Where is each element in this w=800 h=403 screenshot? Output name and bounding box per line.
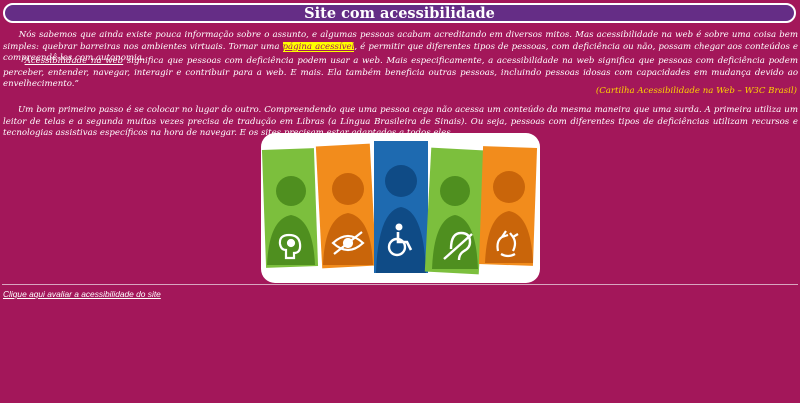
- web-accessibility-term-link[interactable]: Acessibilidade na web: [25, 56, 124, 66]
- panel-orange-right: [478, 146, 538, 266]
- accessibility-banner-image: [261, 133, 540, 283]
- divider: [2, 284, 798, 285]
- page-title: Site com acessibilidade: [3, 3, 796, 23]
- panel-green-left: [261, 148, 319, 268]
- evaluate-accessibility-link[interactable]: Clique aqui avaliar a acessibilidade do …: [3, 289, 161, 299]
- panel-green-right: [424, 147, 486, 275]
- quote-text: significa que pessoas com deficiência po…: [3, 56, 798, 90]
- quote-source: (Cartilha Acessibilidade na Web – W3C Br…: [595, 86, 797, 96]
- accessible-page-link[interactable]: página acessível: [282, 41, 355, 52]
